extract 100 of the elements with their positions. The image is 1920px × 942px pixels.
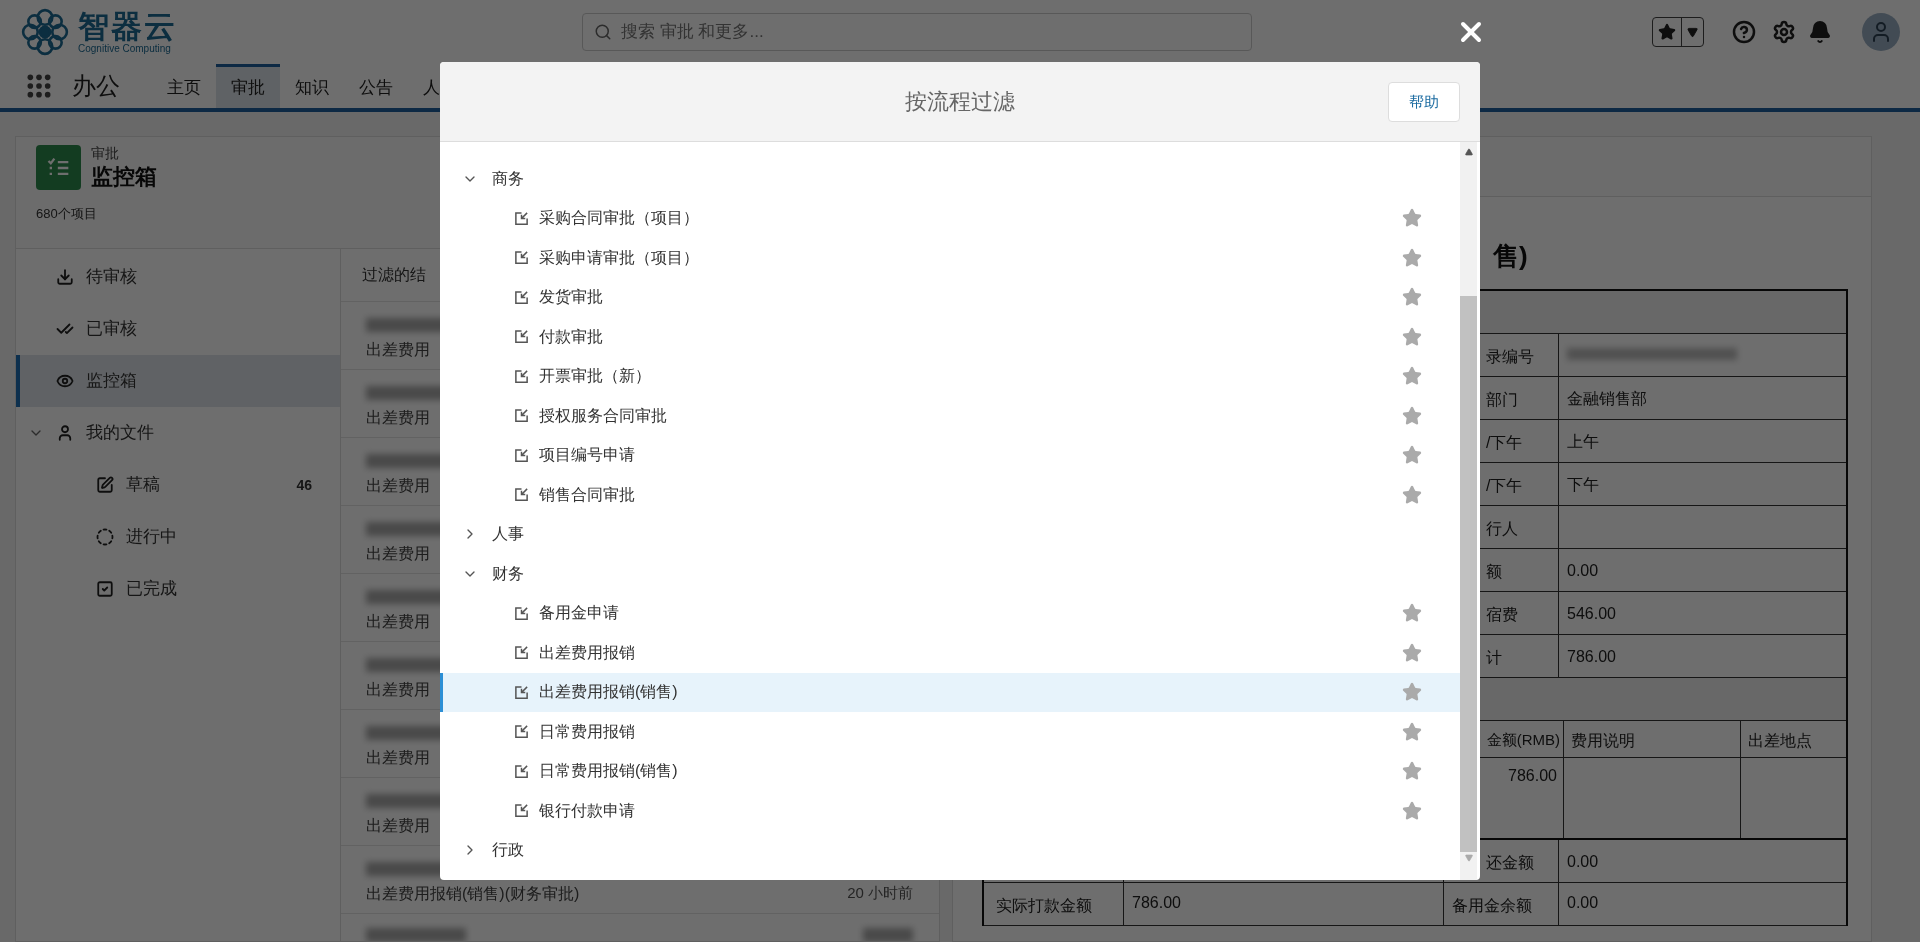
caret-icon (1687, 26, 1698, 38)
dashed-circle-icon (96, 528, 114, 546)
tree-item[interactable]: 日常费用报销(销售) (440, 751, 1460, 791)
tree-item[interactable]: 银行付款申请 (440, 791, 1460, 831)
sidebar-item[interactable]: 待审核 (16, 251, 340, 303)
star-icon[interactable] (1402, 326, 1422, 347)
star-icon[interactable] (1402, 761, 1422, 782)
field-label: 额 (1486, 563, 1502, 580)
tree-item[interactable]: 出差费用报销(销售) (440, 672, 1460, 712)
field-label: 计 (1486, 649, 1502, 666)
favorites-button[interactable] (1652, 17, 1704, 47)
star-icon[interactable] (1402, 247, 1422, 268)
process-icon (514, 408, 529, 424)
row-subtitle: 出差费用 (366, 816, 430, 836)
logo-icon (20, 7, 70, 57)
field-value: 0.00 (1567, 853, 1599, 870)
row-subtitle: 出差费用 (366, 748, 430, 768)
field-label: 还金额 (1486, 854, 1534, 871)
tree-item[interactable]: 采购合同审批（项目） (440, 198, 1460, 238)
tree-item[interactable]: 发货审批 (440, 277, 1460, 317)
star-icon[interactable] (1402, 366, 1422, 387)
tree-item[interactable]: 项目编号申请 (440, 435, 1460, 475)
avatar[interactable] (1862, 13, 1900, 51)
star-icon[interactable] (1402, 484, 1422, 505)
field-label: 部门 (1486, 391, 1518, 408)
field-label: 录编号 (1486, 348, 1534, 365)
scroll-up-icon[interactable] (1464, 148, 1473, 156)
amount-value: 786.00 (1508, 767, 1557, 784)
row-subtitle: 出差费用 (366, 612, 430, 632)
field-label: /下午 (1486, 477, 1523, 494)
tree-group[interactable]: 商务 (440, 159, 1460, 199)
form-title: 售) (1493, 241, 1528, 271)
tree-item[interactable]: 付款审批 (440, 317, 1460, 357)
row-subtitle: 出差费用报销(销售)(财务审批) (366, 884, 580, 904)
tree-item[interactable]: 备用金申请 (440, 593, 1460, 633)
sidebar-item[interactable]: 已完成 (16, 563, 340, 615)
logo-tagline: Cognitive Computing (78, 43, 171, 54)
help-icon[interactable] (1732, 20, 1756, 44)
star-icon[interactable] (1402, 800, 1422, 821)
redacted-text (863, 928, 913, 941)
scrollbar[interactable] (1460, 142, 1477, 880)
field-label: /下午 (1486, 434, 1523, 451)
row-time: 20 小时前 (847, 883, 913, 903)
search-field[interactable]: 搜索 审批 和更多... (582, 13, 1252, 51)
star-icon[interactable] (1402, 445, 1422, 466)
user-icon (56, 424, 74, 442)
row-subtitle: 出差费用 (366, 544, 430, 564)
app-launcher-icon[interactable] (26, 73, 52, 99)
star-icon[interactable] (1402, 405, 1422, 426)
field-value: 786.00 (1132, 894, 1181, 911)
nav-tab[interactable]: 知识 (280, 64, 344, 108)
sidebar-item[interactable]: 已审核 (16, 303, 340, 355)
process-icon (514, 368, 529, 384)
settings-icon[interactable] (1772, 20, 1796, 44)
help-button[interactable]: 帮助 (1388, 82, 1460, 122)
column-header: 金额(RMB) (1486, 731, 1560, 748)
field-value: 下午 (1567, 476, 1599, 493)
field-value: 上午 (1567, 433, 1599, 450)
breadcrumb-label: 审批 (91, 145, 119, 163)
scroll-down-icon[interactable] (1464, 854, 1473, 862)
field-value: 0.00 (1567, 894, 1599, 911)
process-icon (514, 289, 529, 305)
inbox-icon (56, 268, 74, 286)
tree-group[interactable]: 财务 (440, 554, 1460, 594)
field-label: 备用金余额 (1452, 897, 1532, 914)
process-icon (514, 605, 529, 621)
edit-icon (96, 476, 114, 494)
field-label: 行人 (1486, 520, 1518, 537)
tree-item[interactable]: 开票审批（新） (440, 356, 1460, 396)
nav-tab[interactable]: 公告 (344, 64, 408, 108)
star-icon[interactable] (1402, 721, 1422, 742)
sidebar-item[interactable]: 我的文件 (16, 407, 340, 459)
star-icon[interactable] (1402, 682, 1422, 703)
sidebar-item[interactable]: 草稿 46 (16, 459, 340, 511)
list-header: 过滤的结 (362, 265, 426, 285)
column-header: 出差地点 (1748, 732, 1812, 749)
nav-tab[interactable]: 主页 (152, 64, 216, 108)
tree-item[interactable]: 出差费用报销 (440, 633, 1460, 673)
page-title: 监控箱 (91, 162, 157, 190)
star-icon[interactable] (1402, 603, 1422, 624)
field-value: 0.00 (1567, 562, 1599, 579)
star-icon[interactable] (1402, 208, 1422, 229)
tree-group[interactable]: 人事 (440, 514, 1460, 554)
row-subtitle: 出差费用 (366, 476, 430, 496)
field-label: 实际打款金额 (996, 897, 1092, 914)
tree-item[interactable]: 授权服务合同审批 (440, 396, 1460, 436)
star-icon[interactable] (1402, 287, 1422, 308)
tree-item[interactable]: 采购申请审批（项目） (440, 238, 1460, 278)
process-icon (514, 724, 529, 740)
notification-icon[interactable] (1808, 20, 1832, 44)
tree-item[interactable]: 销售合同审批 (440, 475, 1460, 515)
scrollbar-thumb[interactable] (1460, 296, 1477, 852)
star-icon[interactable] (1402, 642, 1422, 663)
field-label: 宿费 (1486, 606, 1518, 623)
process-icon (514, 487, 529, 503)
tree-group[interactable]: 行政 (440, 830, 1460, 870)
column-header: 费用说明 (1571, 732, 1635, 749)
field-value: 546.00 (1567, 605, 1616, 622)
sidebar-item[interactable]: 进行中 (16, 511, 340, 563)
tree-item[interactable]: 日常费用报销 (440, 712, 1460, 752)
